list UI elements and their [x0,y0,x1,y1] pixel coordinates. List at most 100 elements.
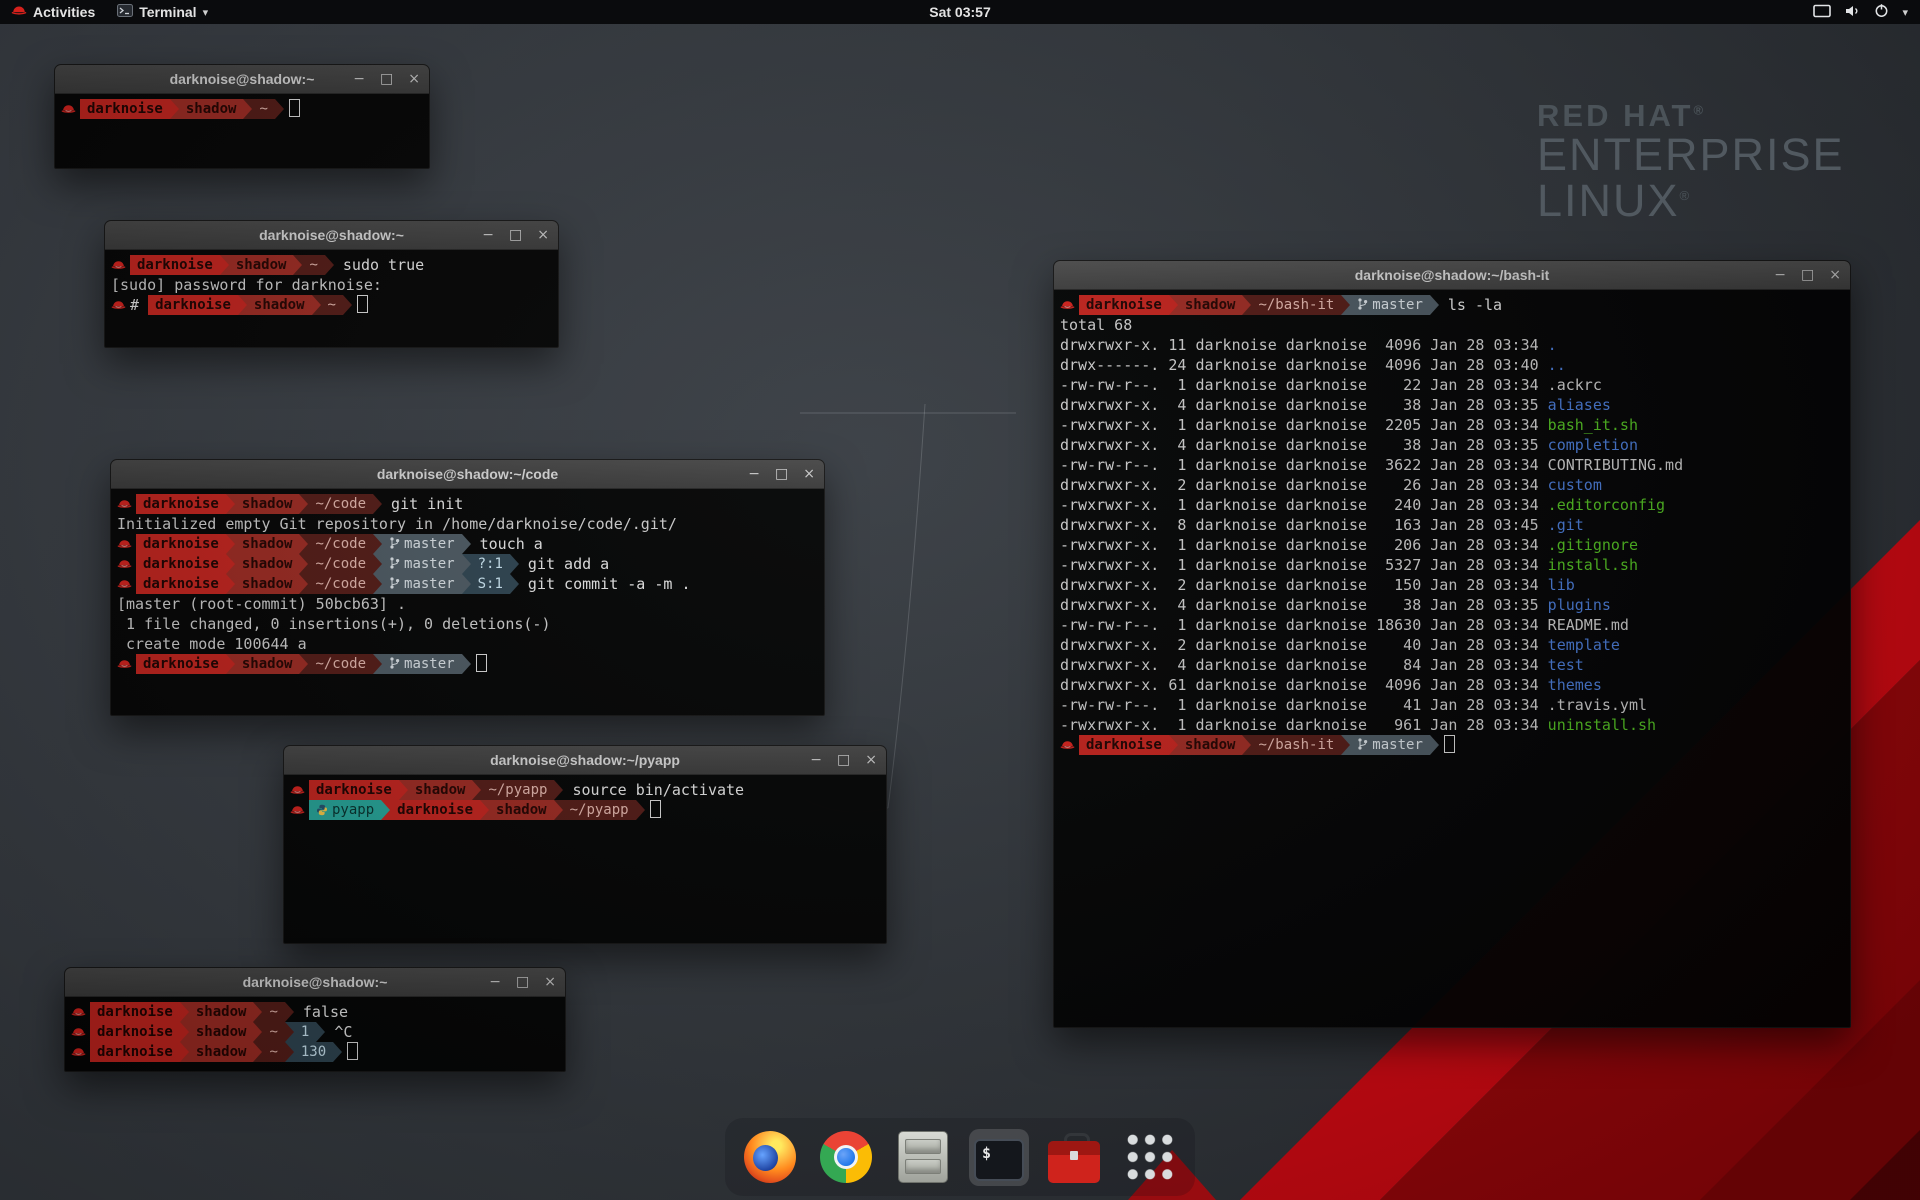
window-titlebar[interactable]: darknoise@shadow:~/code − □ × [111,460,824,489]
terminal-text: # [130,296,148,314]
terminal-icon: $ [974,1139,1024,1181]
minimize-button[interactable]: − [748,466,760,482]
prompt-segment-h: shadow [489,800,554,820]
redhat-icon [1060,295,1079,315]
close-button[interactable]: × [544,974,556,990]
close-button[interactable]: × [1829,267,1841,283]
terminal-screen[interactable]: darknoiseshadow~ falsedarknoiseshadow~1 … [65,997,565,1067]
dir-name: themes [1548,676,1602,694]
toolbox-icon [1048,1131,1100,1183]
terminal-line: Initialized empty Git repository in /hom… [117,514,818,534]
window-titlebar[interactable]: darknoise@shadow:~/pyapp − □ × [284,746,886,775]
terminal-cursor [476,654,487,672]
git-branch-icon [389,576,404,592]
dock-files[interactable] [891,1125,955,1189]
minimize-button[interactable]: − [1774,267,1786,283]
exec-file-name: uninstall.sh [1548,716,1656,734]
terminal-text: git init [382,495,463,513]
redhat-icon [1060,735,1079,755]
display-icon [1813,4,1831,21]
terminal-screen[interactable]: darknoiseshadow~ sudo true[sudo] passwor… [105,250,558,320]
window-titlebar[interactable]: darknoise@shadow:~/bash-it − □ × [1054,261,1850,290]
window-title: darknoise@shadow:~/pyapp [490,752,680,768]
powerline-separator [480,800,489,820]
prompt-segment-u: darknoise [148,295,238,315]
minimize-button[interactable]: − [353,71,365,87]
prompt-segment-h: shadow [235,534,300,554]
minimize-button[interactable]: − [810,752,822,768]
dir-name: plugins [1548,596,1611,614]
powerline-separator [325,255,334,275]
terminal-window-sudo: darknoise@shadow:~ − □ × darknoise shadow… [104,220,559,348]
powerline-separator [373,654,382,674]
dock-terminal[interactable]: $ [969,1129,1029,1186]
powerline-separator [462,534,471,554]
window-title: darknoise@shadow:~ [243,974,388,990]
terminal-line: -rwxrwxr-x. 1 darknoise darknoise 240 Ja… [1060,495,1844,515]
powerline-separator [299,534,308,554]
prompt-segment-h: shadow [247,295,312,315]
maximize-button[interactable]: □ [775,466,788,482]
terminal-text: [master (root-commit) 50bcb63] . [117,595,406,613]
terminal-screen[interactable]: darknoiseshadow~/pyapp source bin/activa… [284,775,886,825]
prompt-segment-h: shadow [235,494,300,514]
prompt-segment-u: darknoise [90,1002,180,1022]
powerline-separator [1341,295,1350,315]
prompt-segment-u: darknoise [1079,295,1169,315]
terminal-screen[interactable]: darknoiseshadow~ [55,94,429,124]
close-button[interactable]: × [537,227,549,243]
terminal-text: -rw-rw-r--. 1 darknoise darknoise 41 Jan… [1060,696,1647,714]
terminal-line: -rwxrwxr-x. 1 darknoise darknoise 2205 J… [1060,415,1844,435]
minimize-button[interactable]: − [489,974,501,990]
terminal-text: ls -la [1439,296,1502,314]
maximize-button[interactable]: □ [837,752,850,768]
maximize-button[interactable]: □ [516,974,529,990]
powerline-separator [180,1002,189,1022]
redhat-brand-wordmark: RED HAT® ENTERPRISE LINUX® [1537,100,1845,223]
volume-icon [1844,4,1861,21]
powerline-separator [238,295,247,315]
powerline-separator [285,1022,294,1042]
dock-firefox[interactable] [739,1126,801,1188]
dock-chrome[interactable] [815,1126,877,1188]
dock-toolbox[interactable] [1043,1126,1105,1188]
terminal-screen[interactable]: darknoiseshadow~/code git initInitialize… [111,489,824,679]
redhat-icon [71,1042,90,1062]
terminal-screen[interactable]: darknoiseshadow~/bash-itmaster ls -latot… [1054,290,1850,760]
terminal-line: -rw-rw-r--. 1 darknoise darknoise 41 Jan… [1060,695,1844,715]
prompt-segment-g: master [1350,295,1430,315]
terminal-app-icon [117,4,133,20]
prompt-segment-u: darknoise [136,554,226,574]
terminal-text: drwxrwxr-x. 61 darknoise darknoise 4096 … [1060,676,1548,694]
window-titlebar[interactable]: darknoise@shadow:~ − □ × [105,221,558,250]
maximize-button[interactable]: □ [1801,267,1814,283]
prompt-segment-h: shadow [1178,735,1243,755]
brand-line-linux: LINUX® [1537,178,1845,224]
close-button[interactable]: × [408,71,420,87]
activities-button[interactable]: Activities [0,0,106,24]
dock-app-grid[interactable] [1119,1126,1181,1188]
prompt-segment-h: shadow [408,780,473,800]
powerline-separator [462,554,471,574]
powerline-separator [1430,295,1439,315]
powerline-separator [312,295,321,315]
prompt-segment-p: ~/bash-it [1251,735,1341,755]
redhat-icon [117,654,136,674]
close-button[interactable]: × [803,466,815,482]
toolbox-clasp [1070,1151,1078,1160]
dir-name: template [1548,636,1620,654]
terminal-line: [sudo] password for darknoise: [111,275,552,295]
window-titlebar[interactable]: darknoise@shadow:~ − □ × [65,968,565,997]
terminal-window-exitcodes: darknoise@shadow:~ − □ × darknoiseshadow… [64,967,566,1072]
close-button[interactable]: × [865,752,877,768]
clock[interactable]: Sat 03:57 [929,4,990,20]
terminal-cursor [357,295,368,313]
redhat-icon [71,1002,90,1022]
window-titlebar[interactable]: darknoise@shadow:~ − □ × [55,65,429,94]
app-menu-terminal[interactable]: Terminal ▾ [106,0,219,24]
maximize-button[interactable]: □ [509,227,522,243]
maximize-button[interactable]: □ [380,71,393,87]
system-status-area[interactable]: ▾ [1813,0,1920,24]
minimize-button[interactable]: − [482,227,494,243]
prompt-segment-g: master [382,534,462,554]
